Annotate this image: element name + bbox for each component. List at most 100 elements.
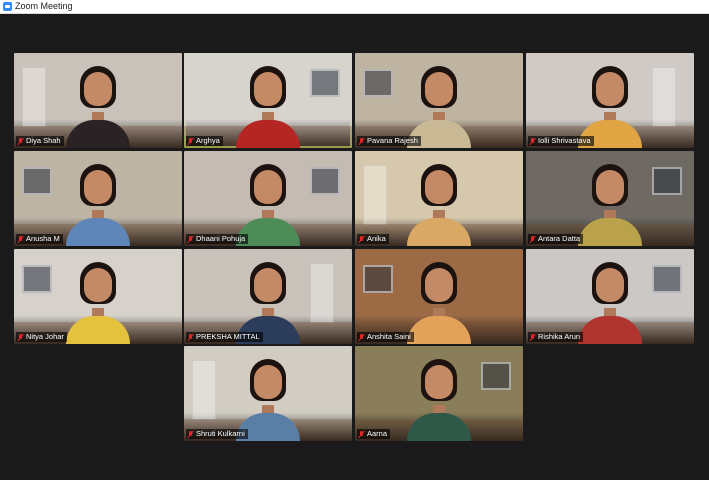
- participant-face: [425, 365, 453, 399]
- room-detail: [363, 69, 393, 97]
- participant-face: [596, 170, 624, 204]
- participant-torso: [578, 218, 642, 246]
- participant-torso: [407, 218, 471, 246]
- title-bar[interactable]: Zoom Meeting: [0, 0, 709, 14]
- room-detail: [481, 362, 511, 390]
- participant-name: Dhaani Pohuja: [196, 234, 246, 243]
- mic-muted-icon: [188, 235, 193, 243]
- mic-muted-icon: [359, 235, 364, 243]
- participant-video: [60, 154, 136, 246]
- participant-tile[interactable]: Dhaani Pohuja: [184, 151, 352, 246]
- room-detail: [652, 265, 682, 293]
- participant-video: [401, 154, 477, 246]
- mic-muted-icon: [188, 137, 193, 145]
- mic-muted-icon: [359, 430, 364, 438]
- participant-name: Anusha M: [26, 234, 60, 243]
- participant-video: [572, 154, 648, 246]
- participant-tile[interactable]: Arghya: [184, 53, 352, 148]
- mic-muted-icon: [188, 430, 193, 438]
- participant-face: [84, 268, 112, 302]
- participant-video: [230, 349, 306, 441]
- participant-video: [60, 252, 136, 344]
- mic-muted-icon: [18, 333, 23, 341]
- participant-tile[interactable]: Diya Shah: [14, 53, 182, 148]
- mic-muted-icon: [18, 137, 23, 145]
- zoom-app-icon: [3, 2, 12, 11]
- room-detail: [310, 263, 334, 323]
- participant-torso: [407, 316, 471, 344]
- participant-tile[interactable]: Pavana Rajesh: [355, 53, 523, 148]
- participant-name: Aarna: [367, 429, 388, 438]
- participant-tile[interactable]: Iolli Shrivastava: [526, 53, 694, 148]
- participant-video: [230, 154, 306, 246]
- room-detail: [652, 67, 676, 127]
- participant-torso: [66, 120, 130, 148]
- participant-face: [425, 170, 453, 204]
- participant-name-tag: Anusha M: [16, 234, 63, 244]
- participant-name-tag: Aarna: [357, 429, 391, 439]
- mic-muted-icon: [359, 333, 364, 341]
- participant-name-tag: Anika: [357, 234, 389, 244]
- participant-torso: [578, 316, 642, 344]
- participant-face: [84, 170, 112, 204]
- participant-video: [60, 56, 136, 148]
- mic-muted-icon: [359, 137, 364, 145]
- mic-muted-icon: [530, 235, 535, 243]
- window-title: Zoom Meeting: [15, 1, 73, 11]
- participant-video: [572, 252, 648, 344]
- room-detail: [310, 69, 340, 97]
- participant-torso: [66, 316, 130, 344]
- participant-face: [254, 268, 282, 302]
- participant-name-tag: Diya Shah: [16, 136, 64, 146]
- participant-name-tag: Iolli Shrivastava: [528, 136, 594, 146]
- participant-name-tag: Pavana Rajesh: [357, 136, 421, 146]
- mic-muted-icon: [530, 137, 535, 145]
- participant-name: Diya Shah: [26, 136, 61, 145]
- participant-face: [596, 268, 624, 302]
- participant-tile[interactable]: Anusha M: [14, 151, 182, 246]
- participant-tile[interactable]: Anshita Saini: [355, 249, 523, 344]
- room-detail: [363, 165, 387, 225]
- room-detail: [192, 360, 216, 420]
- participant-tile[interactable]: Nitya Johar: [14, 249, 182, 344]
- participant-name-tag: Nitya Johar: [16, 332, 67, 342]
- mic-muted-icon: [18, 235, 23, 243]
- participant-name: PREKSHA MITTAL: [196, 332, 260, 341]
- participant-tile[interactable]: Antara Datta: [526, 151, 694, 246]
- participant-tile[interactable]: Rishika Arun: [526, 249, 694, 344]
- participant-name: Shruti Kulkarni: [196, 429, 245, 438]
- participant-name-tag: Dhaani Pohuja: [186, 234, 249, 244]
- room-detail: [22, 167, 52, 195]
- participant-video: [401, 349, 477, 441]
- participant-face: [84, 72, 112, 106]
- participant-video: [401, 252, 477, 344]
- participant-name-tag: Antara Datta: [528, 234, 584, 244]
- participant-tile[interactable]: PREKSHA MITTAL: [184, 249, 352, 344]
- participant-tile[interactable]: Aarna: [355, 346, 523, 441]
- room-detail: [22, 67, 46, 127]
- participant-name-tag: Arghya: [186, 136, 223, 146]
- participant-face: [425, 268, 453, 302]
- participant-tile[interactable]: Anika: [355, 151, 523, 246]
- room-detail: [22, 265, 52, 293]
- participant-face: [596, 72, 624, 106]
- room-detail: [310, 167, 340, 195]
- participant-face: [254, 170, 282, 204]
- participant-torso: [407, 413, 471, 441]
- participant-video: [572, 56, 648, 148]
- participant-name-tag: Anshita Saini: [357, 332, 414, 342]
- participant-face: [254, 72, 282, 106]
- room-detail: [363, 265, 393, 293]
- participant-video: [230, 252, 306, 344]
- participant-name: Anshita Saini: [367, 332, 411, 341]
- participant-name: Rishika Arun: [538, 332, 581, 341]
- participant-tile[interactable]: Shruti Kulkarni: [184, 346, 352, 441]
- participant-name: Iolli Shrivastava: [538, 136, 591, 145]
- participant-name-tag: PREKSHA MITTAL: [186, 332, 263, 342]
- participant-face: [254, 365, 282, 399]
- participant-video: [230, 56, 306, 148]
- participant-face: [425, 72, 453, 106]
- participant-name: Nitya Johar: [26, 332, 64, 341]
- participant-name: Antara Datta: [538, 234, 581, 243]
- participant-name-tag: Rishika Arun: [528, 332, 584, 342]
